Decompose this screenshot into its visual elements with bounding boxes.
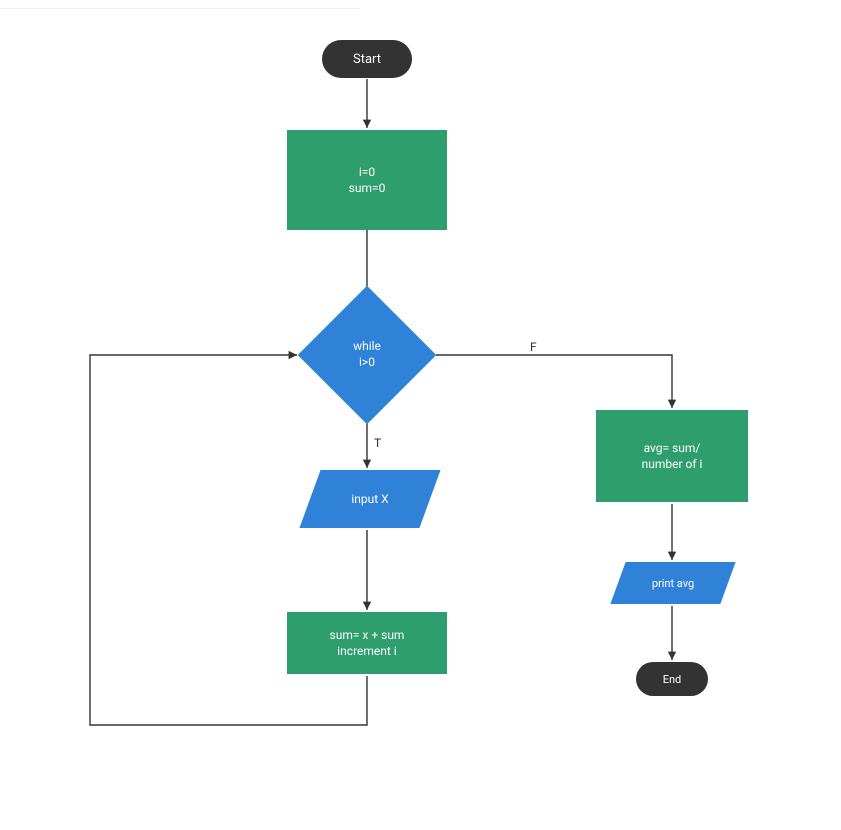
node-init: i=0 sum=0 (287, 130, 447, 230)
node-init-label: i=0 sum=0 (349, 164, 386, 196)
edge-label-true: T (374, 436, 381, 450)
node-end-label: End (663, 673, 682, 686)
node-average: avg= sum/ number of i (596, 410, 748, 502)
node-accumulate: sum= x + sum increment i (287, 612, 447, 674)
node-start: Start (322, 40, 412, 78)
node-input-label: input X (351, 492, 388, 506)
node-decision: while i>0 (318, 306, 416, 404)
node-input: input X (310, 470, 430, 528)
node-start-label: Start (353, 52, 381, 67)
node-end: End (636, 662, 708, 696)
toolbar-panel-remnant (0, 0, 360, 9)
node-average-label: avg= sum/ number of i (642, 440, 703, 472)
node-print: print avg (618, 562, 728, 604)
node-accumulate-label: sum= x + sum increment i (330, 627, 405, 659)
edge-label-false: F (530, 340, 537, 354)
node-decision-label: while i>0 (353, 339, 381, 370)
flowchart-canvas: Start i=0 sum=0 while i>0 input X sum= x… (0, 0, 841, 830)
node-print-label: print avg (652, 577, 694, 590)
